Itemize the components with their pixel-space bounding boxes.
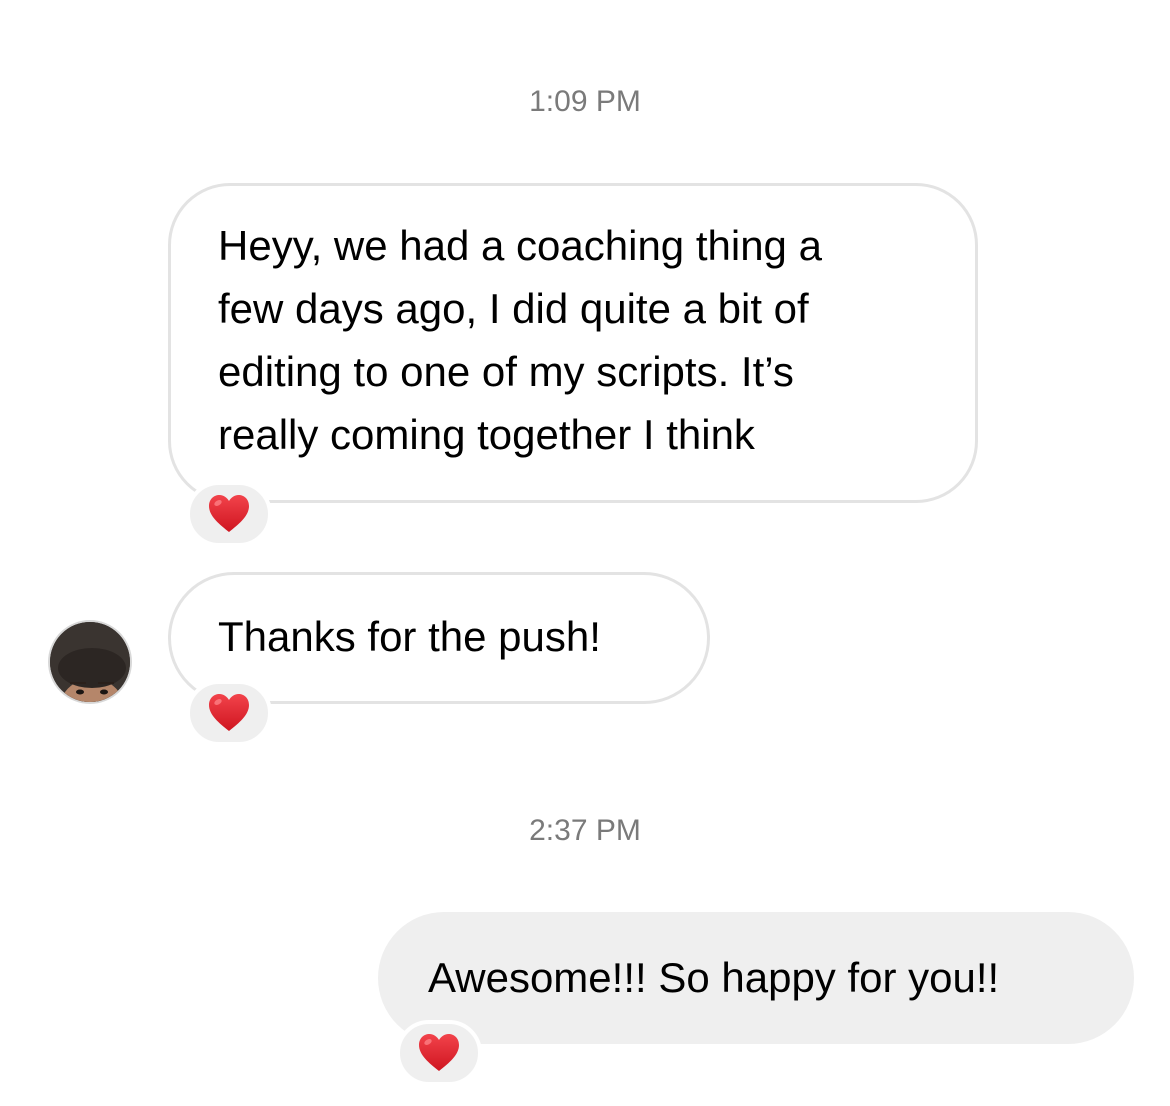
reaction-badge[interactable] [186, 680, 272, 746]
message-text-line: few days ago, I did quite a bit of [218, 285, 809, 332]
incoming-message-bubble[interactable]: Heyy, we had a coaching thing a few days… [168, 183, 978, 503]
timestamp-1: 1:09 PM [529, 85, 641, 118]
reaction-badge[interactable] [186, 481, 272, 547]
outgoing-message-bubble[interactable]: Awesome!!! So happy for you!! [378, 912, 1134, 1044]
timestamp-2: 2:37 PM [529, 814, 641, 847]
heart-icon [419, 1034, 459, 1071]
avatar-image [50, 622, 130, 702]
message-text-line: Awesome!!! So happy for you!! [428, 954, 1000, 1001]
message-text-line: editing to one of my scripts. It’s [218, 348, 794, 395]
message-text-line: Heyy, we had a coaching thing a [218, 222, 822, 269]
reaction-badge[interactable] [396, 1020, 482, 1086]
avatar[interactable] [48, 620, 132, 704]
message-text-line: really coming together I think [218, 411, 755, 458]
heart-icon [209, 694, 249, 731]
heart-icon [209, 495, 249, 532]
message-text-line: Thanks for the push! [218, 613, 601, 660]
